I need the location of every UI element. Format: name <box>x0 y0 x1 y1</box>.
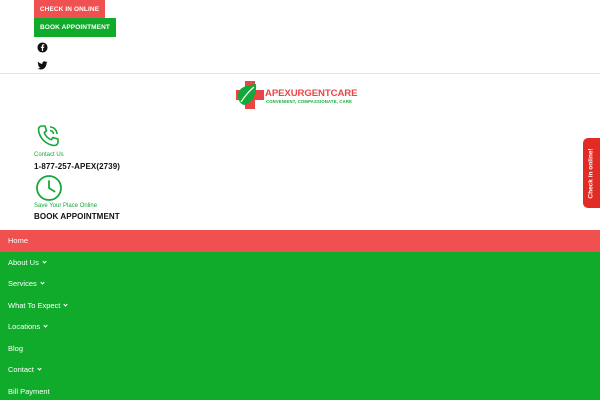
nav-item-about-us[interactable]: About Us <box>0 252 600 274</box>
chevron-down-icon <box>43 323 48 328</box>
logo-tagline: Convenient, Compassionate, Care <box>266 99 353 104</box>
clock-icon <box>35 174 63 202</box>
logo-name: APEXURGENTCARE <box>265 88 358 99</box>
facebook-icon[interactable] <box>37 42 48 53</box>
chevron-down-icon <box>63 302 69 307</box>
check-in-online-side-tab[interactable]: Check in online! <box>583 138 600 208</box>
twitter-icon[interactable] <box>37 60 48 71</box>
cross-leaf-logo-icon <box>236 81 264 109</box>
nav-item-home[interactable]: Home <box>0 230 600 252</box>
nav-item-blog[interactable]: Blog <box>0 338 600 360</box>
nav-item-bill-payment[interactable]: Bill Payment <box>0 381 600 400</box>
book-appointment-button[interactable]: Book appointment <box>34 18 116 37</box>
chevron-down-icon <box>40 280 45 285</box>
book-appointment-link[interactable]: BOOK APPOINTMENT <box>34 212 120 221</box>
save-your-place-label: Save Your Place Online <box>34 203 98 209</box>
main-navigation: Home About Us Services What To Expect Lo… <box>0 230 600 400</box>
nav-item-contact[interactable]: Contact <box>0 359 600 381</box>
chevron-down-icon <box>42 259 47 264</box>
phone-icon <box>35 123 61 149</box>
check-in-online-button[interactable]: Check in online <box>34 0 105 18</box>
side-tab-label: Check in online! <box>588 147 596 199</box>
nav-item-services[interactable]: Services <box>0 273 600 295</box>
phone-number-link[interactable]: 1-877-257-APEX(2739) <box>34 162 120 171</box>
contact-us-label: Contact Us <box>34 152 64 158</box>
nav-item-locations[interactable]: Locations <box>0 316 600 338</box>
top-bar: Check in online Book appointment <box>0 0 600 74</box>
chevron-down-icon <box>37 366 42 371</box>
site-logo[interactable]: APEXURGENTCARE Convenient, Compassionate… <box>235 80 367 110</box>
nav-item-what-to-expect[interactable]: What To Expect <box>0 295 600 317</box>
